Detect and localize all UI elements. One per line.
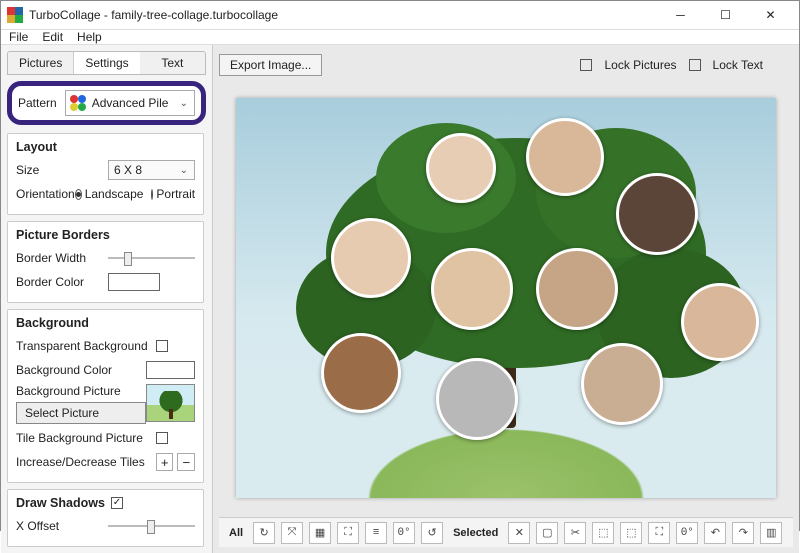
editor-area: Export Image... Lock Pictures Lock Text bbox=[213, 45, 799, 553]
inc-dec-label: Increase/Decrease Tiles bbox=[16, 455, 152, 469]
bring-front-icon[interactable]: ⬚ bbox=[592, 522, 614, 544]
border-width-label: Border Width bbox=[16, 251, 108, 265]
draw-shadows-check[interactable] bbox=[111, 497, 123, 509]
chevron-down-icon: ⌄ bbox=[180, 98, 188, 109]
rotate-icon[interactable]: ↻ bbox=[253, 522, 275, 544]
menu-file[interactable]: File bbox=[9, 30, 28, 44]
canvas-wrap bbox=[219, 79, 793, 517]
tab-pictures[interactable]: Pictures bbox=[8, 52, 74, 74]
collage-photo[interactable] bbox=[321, 333, 401, 413]
layout-title: Layout bbox=[16, 140, 195, 154]
pattern-label: Pattern bbox=[18, 96, 57, 110]
inc-tiles-button[interactable]: + bbox=[156, 453, 174, 471]
radio-landscape[interactable] bbox=[75, 189, 82, 200]
collage-photo[interactable] bbox=[331, 218, 411, 298]
app-icon bbox=[7, 7, 23, 23]
pattern-highlight-box: Pattern Advanced Pile ⌄ bbox=[7, 81, 206, 125]
panel-background: Background Transparent Background Backgr… bbox=[7, 309, 204, 483]
radio-portrait-label: Portrait bbox=[156, 187, 195, 201]
collage-photo[interactable] bbox=[681, 283, 759, 361]
collage-photo[interactable] bbox=[436, 358, 518, 440]
background-title: Background bbox=[16, 316, 195, 330]
send-back-icon[interactable]: ⬚ bbox=[620, 522, 642, 544]
bg-color-swatch[interactable] bbox=[146, 361, 195, 379]
window-controls: ─ ☐ ✕ bbox=[658, 1, 793, 29]
bg-picture-thumb[interactable] bbox=[146, 384, 195, 422]
collage-photo[interactable] bbox=[526, 118, 604, 196]
border-color-label: Border Color bbox=[16, 275, 108, 289]
reset-icon[interactable]: ↺ bbox=[421, 522, 443, 544]
select-picture-button[interactable]: Select Picture bbox=[16, 402, 146, 424]
pattern-select[interactable]: Advanced Pile ⌄ bbox=[65, 90, 195, 116]
menu-help[interactable]: Help bbox=[77, 30, 102, 44]
fit-icon[interactable]: ⛶ bbox=[648, 522, 670, 544]
borders-title: Picture Borders bbox=[16, 228, 195, 242]
delete-icon[interactable]: ✕ bbox=[508, 522, 530, 544]
size-select[interactable]: 6 X 8 ⌄ bbox=[108, 160, 195, 180]
rotate-zero-sel-icon[interactable]: 0° bbox=[676, 522, 698, 544]
collage-canvas[interactable] bbox=[236, 98, 776, 498]
transparent-bg-check[interactable] bbox=[156, 340, 168, 352]
shadows-title: Draw Shadows bbox=[16, 496, 105, 510]
lock-text-label: Lock Text bbox=[713, 58, 763, 72]
window-title: TurboCollage - family-tree-collage.turbo… bbox=[29, 8, 658, 22]
pattern-icon bbox=[70, 95, 86, 111]
rotate-zero-icon[interactable]: 0° bbox=[393, 522, 415, 544]
app-window: TurboCollage - family-tree-collage.turbo… bbox=[0, 0, 800, 531]
radio-portrait[interactable] bbox=[151, 189, 153, 200]
collage-photo[interactable] bbox=[616, 173, 698, 255]
border-color-swatch[interactable] bbox=[108, 273, 160, 291]
lock-pictures-label: Lock Pictures bbox=[604, 58, 676, 72]
export-image-button[interactable]: Export Image... bbox=[219, 54, 322, 76]
collage-photo[interactable] bbox=[426, 133, 496, 203]
panel-borders: Picture Borders Border Width Border Colo… bbox=[7, 221, 204, 303]
settings-scroll[interactable]: Layout Size 6 X 8 ⌄ Orientation Landscap… bbox=[7, 133, 206, 553]
radio-landscape-label: Landscape bbox=[85, 187, 144, 201]
sidebar-tabs: Pictures Settings Text bbox=[7, 51, 206, 75]
menu-edit[interactable]: Edit bbox=[42, 30, 63, 44]
chevron-down-icon: ⌄ bbox=[180, 165, 188, 176]
editor-topbar: Export Image... Lock Pictures Lock Text bbox=[219, 51, 793, 79]
crop-icon[interactable]: ✂ bbox=[564, 522, 586, 544]
lock-text-check[interactable] bbox=[689, 59, 701, 71]
size-label: Size bbox=[16, 163, 108, 177]
tile-bg-label: Tile Background Picture bbox=[16, 431, 156, 445]
group-selected-label: Selected bbox=[453, 527, 498, 539]
menubar: File Edit Help bbox=[1, 30, 799, 45]
border-width-slider[interactable] bbox=[108, 251, 195, 265]
align-icon[interactable]: ≡ bbox=[365, 522, 387, 544]
minimize-button[interactable]: ─ bbox=[658, 1, 703, 29]
bg-color-label: Background Color bbox=[16, 363, 146, 377]
tab-text[interactable]: Text bbox=[140, 52, 205, 74]
panel-shadows: Draw Shadows X Offset bbox=[7, 489, 204, 547]
bg-picture-label: Background Picture bbox=[16, 384, 146, 398]
group-all-label: All bbox=[229, 527, 243, 539]
lock-pictures-check[interactable] bbox=[580, 59, 592, 71]
dec-tiles-button[interactable]: − bbox=[177, 453, 195, 471]
maximize-button[interactable]: ☐ bbox=[703, 1, 748, 29]
frame-icon[interactable]: ▢ bbox=[536, 522, 558, 544]
more-icon[interactable]: ▥ bbox=[760, 522, 782, 544]
pattern-value: Advanced Pile bbox=[92, 96, 169, 110]
shuffle-icon[interactable]: ⤧ bbox=[281, 522, 303, 544]
content: Pictures Settings Text Pattern Advanced … bbox=[1, 45, 799, 553]
collage-photo[interactable] bbox=[431, 248, 513, 330]
transparent-bg-label: Transparent Background bbox=[16, 339, 156, 353]
tab-settings[interactable]: Settings bbox=[74, 52, 139, 74]
sidebar: Pictures Settings Text Pattern Advanced … bbox=[1, 45, 213, 553]
editor-bottombar: All ↻ ⤧ ▦ ⛶ ≡ 0° ↺ Selected ✕ ▢ ✂ ⬚ ⬚ ⛶ … bbox=[219, 517, 793, 547]
panel-layout: Layout Size 6 X 8 ⌄ Orientation Landscap… bbox=[7, 133, 204, 215]
expand-icon[interactable]: ⛶ bbox=[337, 522, 359, 544]
collage-photo[interactable] bbox=[536, 248, 618, 330]
titlebar: TurboCollage - family-tree-collage.turbo… bbox=[1, 1, 799, 30]
collage-photo[interactable] bbox=[581, 343, 663, 425]
rotate-right-icon[interactable]: ↷ bbox=[732, 522, 754, 544]
close-button[interactable]: ✕ bbox=[748, 1, 793, 29]
tile-bg-check[interactable] bbox=[156, 432, 168, 444]
grid-icon[interactable]: ▦ bbox=[309, 522, 331, 544]
size-value: 6 X 8 bbox=[114, 163, 142, 177]
orientation-label: Orientation bbox=[16, 187, 75, 201]
rotate-left-icon[interactable]: ↶ bbox=[704, 522, 726, 544]
